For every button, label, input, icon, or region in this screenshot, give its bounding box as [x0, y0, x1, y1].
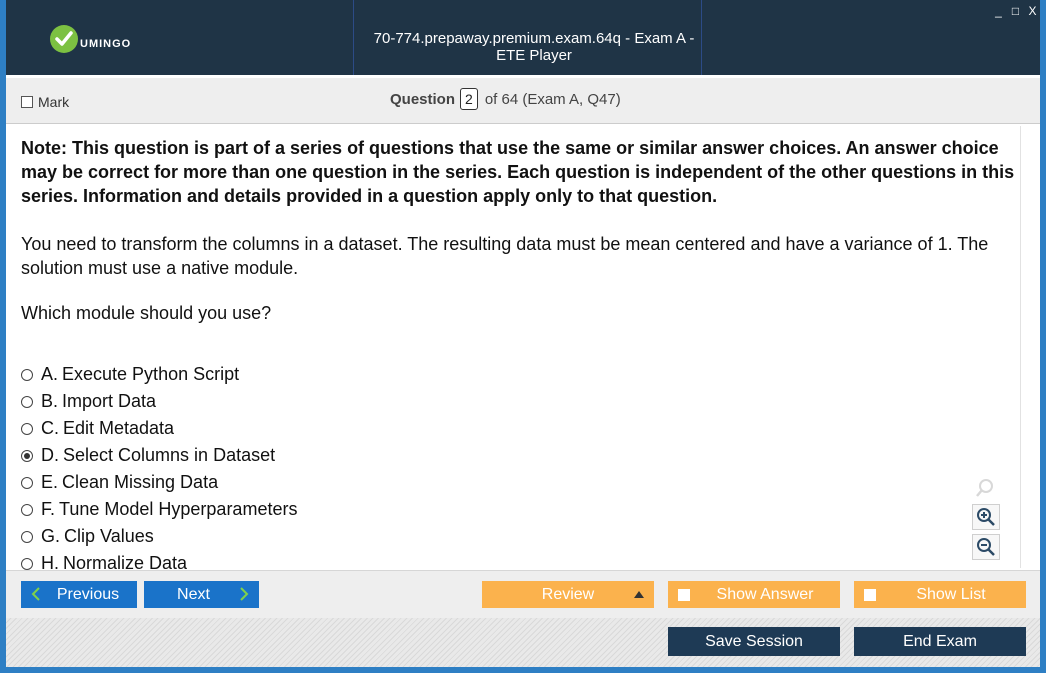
- save-session-button[interactable]: Save Session: [668, 627, 840, 656]
- question-bar: Mark Question 2 of 64 (Exam A, Q47): [6, 78, 1040, 124]
- caret-up-icon[interactable]: [634, 591, 644, 598]
- checkmark-icon: [50, 25, 78, 53]
- option-text: Import Data: [62, 391, 157, 411]
- title-bar: UMINGO 70-774.prepaway.premium.exam.64q …: [6, 0, 1040, 75]
- show-answer-label: Show Answer: [716, 585, 814, 603]
- option-text: Execute Python Script: [62, 364, 240, 384]
- answer-option-d[interactable]: D. Select Columns in Dataset: [21, 442, 621, 469]
- option-text: Select Columns in Dataset: [63, 445, 276, 465]
- chevron-left-icon: [31, 587, 41, 606]
- maximize-button[interactable]: □: [1010, 5, 1021, 17]
- window-controls: _ □ X: [993, 5, 1038, 17]
- answer-option-c[interactable]: C. Edit Metadata: [21, 415, 621, 442]
- vumingo-logo: UMINGO: [50, 24, 131, 54]
- vertical-scrollbar[interactable]: [1020, 126, 1033, 568]
- next-button[interactable]: Next: [144, 581, 259, 608]
- answer-option-b[interactable]: B. Import Data: [21, 388, 621, 415]
- close-button[interactable]: X: [1027, 5, 1038, 17]
- option-letter: C.: [41, 418, 59, 438]
- zoom-in-icon[interactable]: [972, 504, 1000, 530]
- option-text: Clip Values: [64, 526, 154, 546]
- question-label: Question: [390, 90, 456, 108]
- answer-option-g[interactable]: G. Clip Values: [21, 523, 621, 550]
- question-content: Note: This question is part of a series …: [21, 136, 1016, 325]
- zoom-controls: [972, 476, 1000, 564]
- radio-button[interactable]: [21, 422, 33, 435]
- radio-button[interactable]: [21, 557, 33, 570]
- checkbox-icon[interactable]: [864, 589, 876, 601]
- option-text: Tune Model Hyperparameters: [59, 499, 298, 519]
- answer-option-e[interactable]: E. Clean Missing Data: [21, 469, 621, 496]
- navigation-bar: Previous Next Review Show Answer Show Li…: [6, 570, 1040, 619]
- option-letter: E.: [41, 472, 59, 492]
- radio-button[interactable]: [21, 530, 33, 543]
- question-ask: Which module should you use?: [21, 303, 272, 323]
- previous-label: Previous: [56, 585, 120, 603]
- show-list-button[interactable]: Show List: [854, 581, 1026, 608]
- minimize-button[interactable]: _: [993, 5, 1004, 17]
- zoom-reset-icon[interactable]: [972, 476, 998, 500]
- radio-button[interactable]: [21, 368, 33, 381]
- chevron-right-icon: [239, 587, 249, 606]
- previous-button[interactable]: Previous: [21, 581, 137, 608]
- question-number-input[interactable]: 2: [460, 88, 478, 110]
- option-text: Clean Missing Data: [62, 472, 219, 492]
- question-counter: Question 2 of 64 (Exam A, Q47): [390, 88, 621, 110]
- answer-options: A. Execute Python Script B. Import Data …: [21, 361, 621, 577]
- option-text: Edit Metadata: [63, 418, 175, 438]
- mark-label: Mark: [38, 94, 70, 110]
- end-exam-button[interactable]: End Exam: [854, 627, 1026, 656]
- zoom-out-icon[interactable]: [972, 534, 1000, 560]
- next-label: Next: [177, 585, 210, 603]
- radio-button[interactable]: [21, 476, 33, 489]
- answer-option-f[interactable]: F. Tune Model Hyperparameters: [21, 496, 621, 523]
- question-of-text: of 64 (Exam A, Q47): [484, 90, 621, 108]
- save-session-label: Save Session: [705, 632, 803, 650]
- option-letter: D.: [41, 445, 59, 465]
- session-bar: Save Session End Exam: [6, 618, 1040, 667]
- mark-checkbox[interactable]: Mark: [21, 94, 69, 110]
- header-divider: [353, 0, 354, 75]
- option-letter: B.: [41, 391, 59, 411]
- question-note: Note: This question is part of a series …: [21, 138, 1015, 206]
- show-answer-button[interactable]: Show Answer: [668, 581, 840, 608]
- review-label: Review: [541, 585, 595, 603]
- answer-option-a[interactable]: A. Execute Python Script: [21, 361, 621, 388]
- option-letter: G.: [41, 526, 61, 546]
- option-letter: A.: [41, 364, 59, 384]
- end-exam-label: End Exam: [903, 632, 977, 650]
- window-title: 70-774.prepaway.premium.exam.64q - Exam …: [373, 30, 695, 64]
- question-stem: You need to transform the columns in a d…: [21, 234, 989, 278]
- radio-button-selected[interactable]: [21, 449, 33, 462]
- show-list-label: Show List: [916, 585, 986, 603]
- checkbox-icon[interactable]: [21, 96, 33, 108]
- option-letter: F.: [41, 499, 56, 519]
- checkbox-icon[interactable]: [678, 589, 690, 601]
- radio-button[interactable]: [21, 503, 33, 516]
- logo-text: UMINGO: [80, 38, 132, 50]
- radio-button[interactable]: [21, 395, 33, 408]
- review-button[interactable]: Review: [482, 581, 654, 608]
